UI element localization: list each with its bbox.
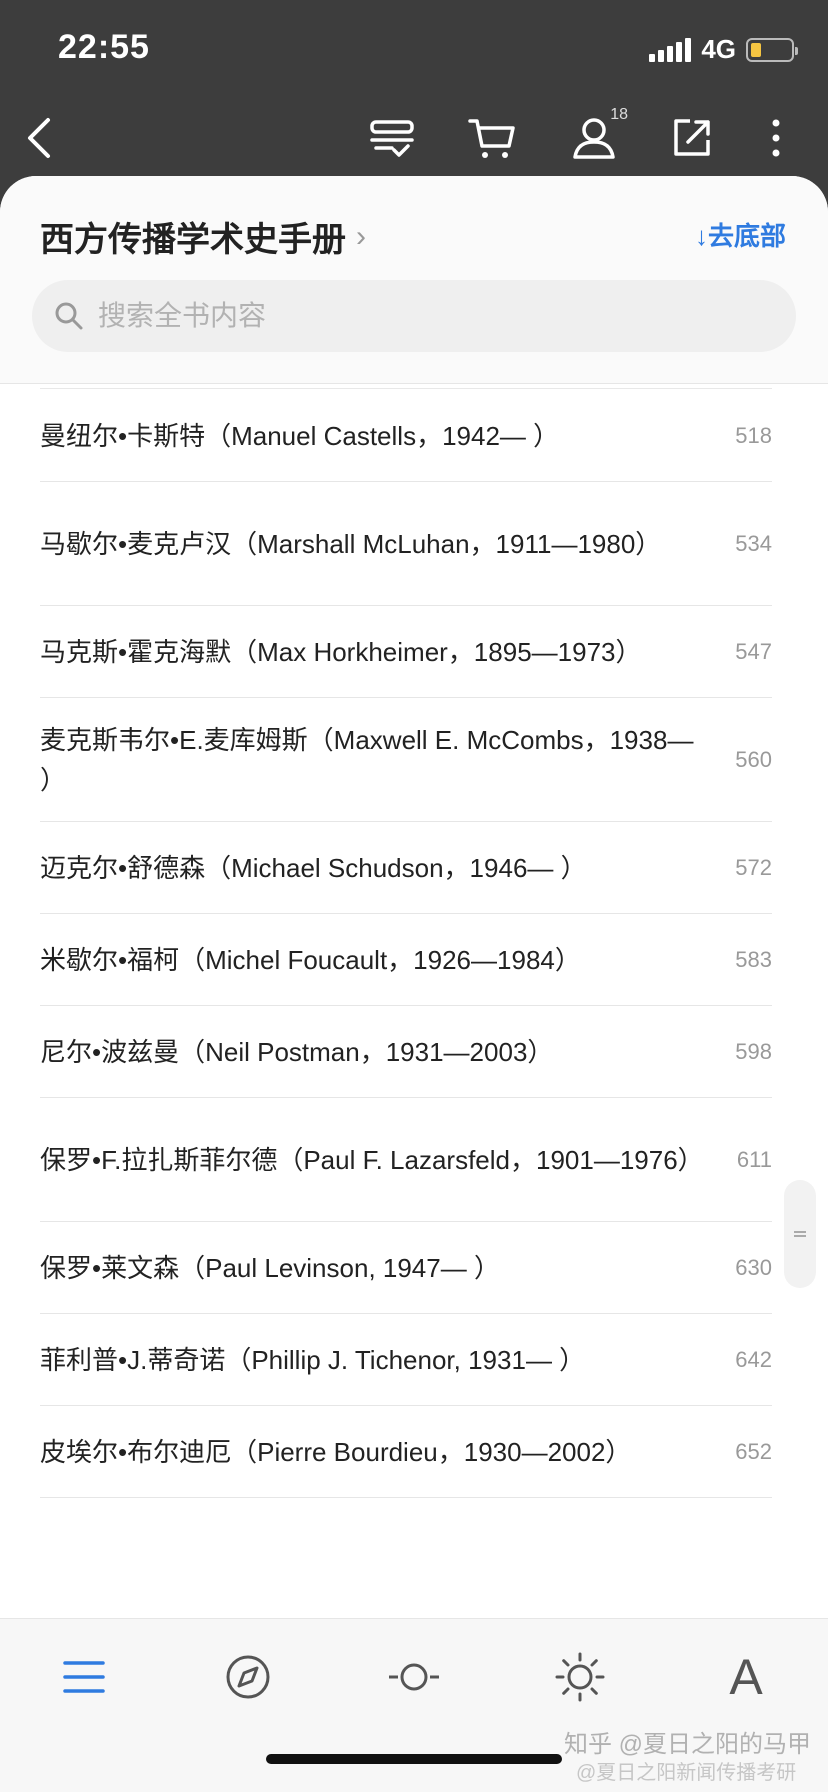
toc-item-title: 保罗•莱文森（Paul Levinson, 1947— ） (40, 1252, 500, 1283)
divider (40, 388, 772, 389)
brightness-icon[interactable] (548, 1645, 612, 1709)
toc-item[interactable]: 保罗•莱文森（Paul Levinson, 1947— ） 630 (40, 1222, 772, 1314)
network-label: 4G (701, 34, 736, 64)
toc-sheet: 西方传播学术史手册 › ↓去底部 曼纽尔•卡斯特（Manuel Castells… (0, 176, 828, 1792)
toc-item-title: 迈克尔•舒德森（Michael Schudson，1946— ） (40, 852, 587, 883)
more-icon[interactable] (748, 110, 804, 166)
status-right: 4G (649, 34, 798, 65)
toc-item-page: 598 (735, 1038, 772, 1064)
back-icon[interactable] (12, 110, 68, 166)
book-title-text: 西方传播学术史手册 (40, 221, 346, 259)
font-icon[interactable]: A (714, 1645, 778, 1709)
user-icon[interactable]: 18 (566, 106, 628, 166)
toc-item[interactable]: 马歇尔•麦克卢汉（Marshall McLuhan，1911—1980） 534 (40, 482, 772, 606)
progress-icon[interactable] (382, 1645, 446, 1709)
toc-item-title: 曼纽尔•卡斯特（Manuel Castells，1942— ） (40, 420, 560, 451)
toc-item-page: 611 (736, 1146, 772, 1172)
compass-icon[interactable] (216, 1645, 280, 1709)
watermark-secondary: @夏日之阳新闻传播考研 (576, 1762, 797, 1784)
toc-item-title: 保罗•F.拉扎斯菲尔德（Paul F. Lazarsfeld，1901—1976… (40, 1144, 704, 1175)
toc-item-title: 马克斯•霍克海默（Max Horkheimer，1895—1973） (40, 636, 642, 667)
bookshelf-icon[interactable] (364, 110, 420, 166)
watermark: 知乎 @夏日之阳的马甲 (564, 1731, 812, 1758)
toc-item[interactable]: 菲利普•J.蒂奇诺（Phillip J. Tichenor, 1931— ） 64… (40, 1314, 772, 1406)
toc-item-page: 642 (735, 1346, 772, 1372)
search-input[interactable] (98, 300, 738, 332)
toc-item[interactable]: 迈克尔•舒德森（Michael Schudson，1946— ） 572 (40, 822, 772, 914)
toc-item-title: 皮埃尔•布尔迪厄（Pierre Bourdieu，1930—2002） (40, 1436, 632, 1467)
toc-item[interactable]: 曼纽尔•卡斯特（Manuel Castells，1942— ） 518 (40, 390, 772, 482)
toc-item[interactable]: 米歇尔•福柯（Michel Foucault，1926—1984） 583 (40, 914, 772, 1006)
toc-item[interactable]: 保罗•F.拉扎斯菲尔德（Paul F. Lazarsfeld，1901—1976… (40, 1098, 772, 1222)
toc-item-title: 尼尔•波兹曼（Neil Postman，1931—2003） (40, 1036, 554, 1067)
search-icon (55, 302, 83, 330)
toc-item-page: 572 (735, 854, 772, 880)
font-label: A (729, 1649, 763, 1705)
toc-item-page: 560 (735, 746, 772, 772)
go-bottom-button[interactable]: ↓去底部 (695, 216, 786, 253)
toc-item-title: 米歇尔•福柯（Michel Foucault，1926—1984） (40, 944, 581, 975)
home-indicator[interactable] (266, 1754, 562, 1764)
toc-item[interactable]: 皮埃尔•布尔迪厄（Pierre Bourdieu，1930—2002） 652 (40, 1406, 772, 1498)
sheet-header: 西方传播学术史手册 › ↓去底部 (0, 176, 828, 384)
status-time: 22:55 (58, 28, 150, 66)
toc-list[interactable]: 曼纽尔•卡斯特（Manuel Castells，1942— ） 518 马歇尔•麦克… (0, 388, 828, 1618)
search-box[interactable] (32, 280, 796, 352)
toc-item-page: 583 (735, 946, 772, 972)
top-toolbar: 18 (0, 100, 828, 180)
cart-icon[interactable] (464, 110, 520, 166)
toc-item-title: 马歇尔•麦克卢汉（Marshall McLuhan，1911—1980） (40, 528, 662, 559)
toc-item-title: 麦克斯韦尔•E.麦库姆斯（Maxwell E. McCombs，1938— ） (40, 724, 694, 795)
toc-item-page: 534 (735, 530, 772, 556)
user-badge: 18 (610, 106, 628, 123)
book-title[interactable]: 西方传播学术史手册 › (40, 212, 366, 261)
share-icon[interactable] (664, 110, 720, 166)
toc-item-page: 547 (735, 638, 772, 664)
scroll-handle[interactable] (784, 1180, 816, 1288)
battery-icon (746, 37, 798, 62)
toc-item-title: 菲利普•J.蒂奇诺（Phillip J. Tichenor, 1931— ） (40, 1344, 586, 1375)
toc-item-page: 518 (735, 422, 772, 448)
status-bar: 22:55 4G (0, 0, 828, 100)
menu-icon[interactable] (52, 1645, 116, 1709)
toc-item-page: 652 (735, 1438, 772, 1464)
battery-fill (751, 42, 761, 57)
chevron-right-icon: › (356, 219, 366, 253)
toc-item-page: 630 (735, 1254, 772, 1280)
toc-item[interactable]: 马克斯•霍克海默（Max Horkheimer，1895—1973） 547 (40, 606, 772, 698)
signal-icon (649, 37, 692, 62)
toc-item[interactable]: 尼尔•波兹曼（Neil Postman，1931—2003） 598 (40, 1006, 772, 1098)
toc-item[interactable]: 麦克斯韦尔•E.麦库姆斯（Maxwell E. McCombs，1938— ） 5… (40, 698, 772, 822)
